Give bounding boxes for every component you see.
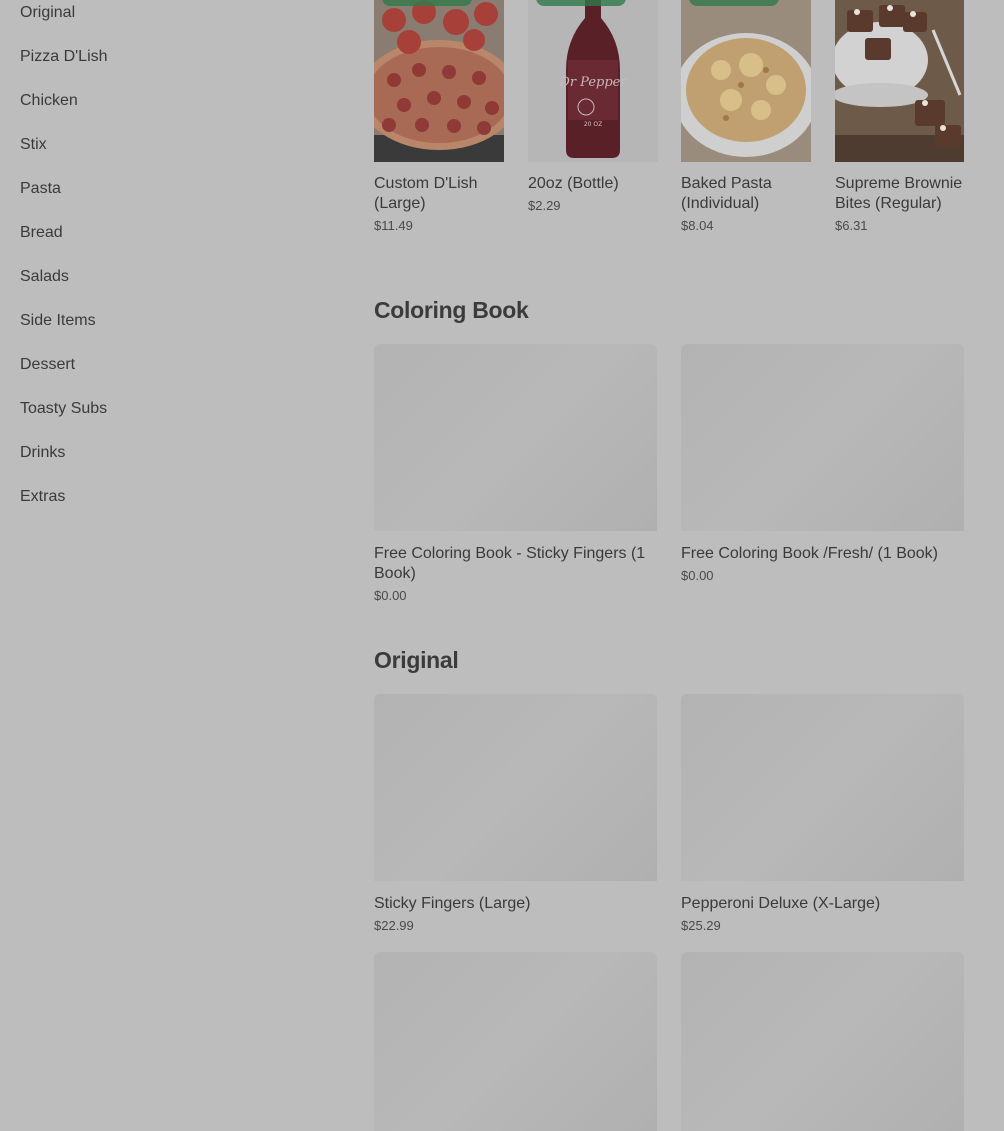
menu-item-card[interactable]: Free Coloring Book /Fresh/ (1 Book) $0.0… (681, 344, 964, 583)
item-price: $8.04 (681, 218, 714, 233)
item-name: 20oz (Bottle) (528, 175, 619, 192)
item-image-placeholder (681, 344, 964, 531)
sidebar-item-stix[interactable]: Stix (20, 135, 47, 155)
item-price: $11.49 (374, 218, 413, 233)
item-name: Sticky Fingers (Large) (374, 895, 531, 912)
item-price: $0.00 (681, 568, 714, 583)
item-image-placeholder (374, 952, 657, 1131)
dr-pepper-bottle-image: Dr Pepper 20 OZ (528, 0, 658, 162)
sidebar-item-bread[interactable]: Bread (20, 223, 63, 243)
menu-item-card[interactable]: Custom D'Lish (Large) $11.49 (374, 0, 504, 233)
sidebar-item-chicken[interactable]: Chicken (20, 91, 78, 111)
item-price: $22.99 (374, 918, 414, 933)
item-price: $25.29 (681, 918, 721, 933)
item-name: Free Coloring Book /Fresh/ (1 Book) (681, 545, 938, 562)
menu-item-card[interactable]: Pepperoni Deluxe (X-Large) $25.29 (681, 694, 964, 933)
item-name: Pepperoni Deluxe (X-Large) (681, 895, 881, 912)
pepperoni-pizza-image (374, 0, 504, 162)
menu-item-card[interactable]: Baked Pasta (Individual) $8.04 (681, 0, 811, 233)
item-badge (536, 0, 626, 6)
sidebar-item-pasta[interactable]: Pasta (20, 179, 61, 199)
item-badge (689, 0, 779, 6)
item-name: Supreme Brownie Bites (Regular) (835, 175, 963, 212)
sidebar-item-toasty-subs[interactable]: Toasty Subs (20, 399, 107, 419)
item-price: $6.31 (835, 218, 868, 233)
item-name: Free Coloring Book - Sticky Fingers (1 B… (374, 545, 646, 582)
menu-item-card[interactable]: Sticky Fingers (Large) $22.99 (374, 694, 657, 933)
item-image-placeholder (374, 694, 657, 881)
item-name: Custom D'Lish (Large) (374, 175, 478, 212)
item-price: $2.29 (528, 198, 561, 213)
item-name: Baked Pasta (Individual) (681, 175, 772, 212)
item-image-placeholder (681, 952, 964, 1131)
menu-item-card[interactable] (681, 952, 964, 1131)
section-title-original: Original (374, 647, 459, 673)
menu-item-card[interactable]: Supreme Brownie Bites (Regular) $6.31 (835, 0, 964, 233)
section-title-coloring-book: Coloring Book (374, 297, 529, 323)
menu-item-card[interactable] (374, 952, 657, 1131)
menu-item-card[interactable]: Dr Pepper 20 OZ 20oz (Bottle) $2.29 (528, 0, 658, 213)
item-image-placeholder (681, 694, 964, 881)
sidebar-item-extras[interactable]: Extras (20, 487, 65, 507)
sidebar-item-original[interactable]: Original (20, 3, 75, 23)
svg-text:20 OZ: 20 OZ (584, 121, 602, 128)
menu-item-card[interactable]: Free Coloring Book - Sticky Fingers (1 B… (374, 344, 657, 603)
baked-pasta-image (681, 0, 811, 162)
item-image-placeholder (374, 344, 657, 531)
sidebar-item-dessert[interactable]: Dessert (20, 355, 75, 375)
svg-text:Dr Pepper: Dr Pepper (558, 75, 627, 90)
sidebar-item-side-items[interactable]: Side Items (20, 311, 96, 331)
sidebar-item-salads[interactable]: Salads (20, 267, 69, 287)
sidebar-item-pizza-dlish[interactable]: Pizza D'Lish (20, 47, 108, 67)
item-badge (382, 0, 472, 6)
sidebar-item-drinks[interactable]: Drinks (20, 443, 65, 463)
brownie-bites-image (835, 0, 964, 162)
item-price: $0.00 (374, 588, 407, 603)
